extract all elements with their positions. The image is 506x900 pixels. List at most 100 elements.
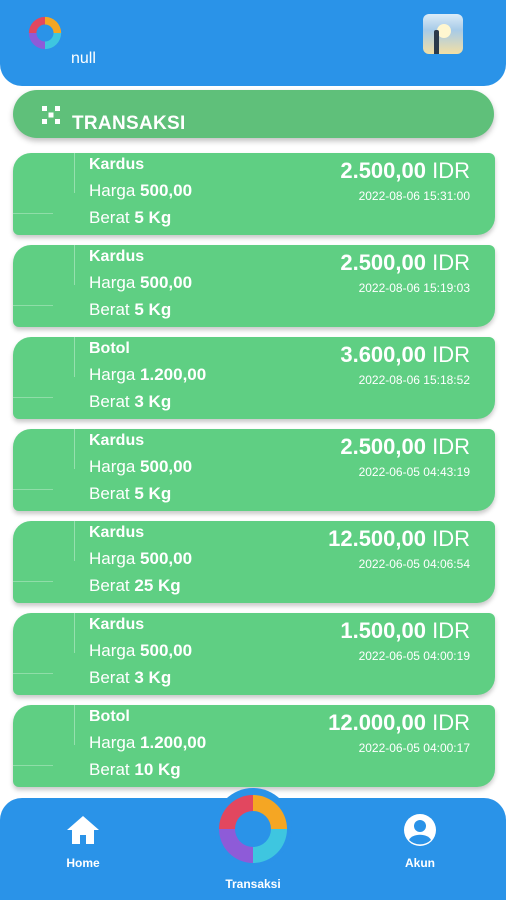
item-price: Harga 1.200,00	[89, 365, 206, 385]
weight-value: 3 Kg	[134, 392, 172, 411]
weight-value: 5 Kg	[134, 484, 172, 503]
item-name: Kardus	[89, 524, 145, 541]
avatar-sun-decor	[437, 24, 451, 38]
weight-label: Berat	[89, 668, 130, 687]
transaction-card[interactable]: Kardus Harga 500,00 Berat 25 Kg 12.500,0…	[13, 521, 495, 603]
item-weight: Berat 3 Kg	[89, 668, 171, 688]
card-divider	[13, 673, 53, 674]
total-value: 12.500,00	[328, 526, 426, 551]
weight-value: 5 Kg	[134, 208, 172, 227]
nav-akun[interactable]: Akun	[381, 812, 459, 870]
currency-label: IDR	[432, 710, 470, 735]
price-value: 1.200,00	[140, 733, 207, 752]
card-divider	[74, 521, 75, 561]
card-divider	[13, 581, 53, 582]
price-value: 500,00	[140, 549, 193, 568]
card-divider	[74, 337, 75, 377]
transaksi-section-header: TRANSAKSI	[13, 90, 494, 138]
currency-label: IDR	[432, 250, 470, 275]
home-icon	[67, 816, 99, 844]
price-label: Harga	[89, 181, 136, 200]
price-label: Harga	[89, 365, 136, 384]
price-label: Harga	[89, 457, 136, 476]
item-price: Harga 500,00	[89, 549, 192, 569]
item-price: Harga 500,00	[89, 181, 192, 201]
card-divider	[13, 397, 53, 398]
item-weight: Berat 25 Kg	[89, 576, 181, 596]
transaction-card[interactable]: Kardus Harga 500,00 Berat 5 Kg 2.500,00 …	[13, 245, 495, 327]
item-total: 2.500,00 IDR	[340, 158, 470, 184]
item-total: 12.500,00 IDR	[328, 526, 470, 552]
card-divider	[74, 429, 75, 469]
weight-label: Berat	[89, 760, 130, 779]
item-total: 12.000,00 IDR	[328, 710, 470, 736]
price-label: Harga	[89, 733, 136, 752]
item-price: Harga 1.200,00	[89, 733, 206, 753]
item-weight: Berat 5 Kg	[89, 208, 171, 228]
item-weight: Berat 10 Kg	[89, 760, 181, 780]
item-price: Harga 500,00	[89, 273, 192, 293]
total-value: 2.500,00	[340, 250, 426, 275]
item-weight: Berat 5 Kg	[89, 484, 171, 504]
item-date: 2022-06-05 04:06:54	[358, 557, 470, 571]
transaction-card[interactable]: Kardus Harga 500,00 Berat 5 Kg 2.500,00 …	[13, 153, 495, 235]
item-total: 2.500,00 IDR	[340, 250, 470, 276]
weight-label: Berat	[89, 484, 130, 503]
price-value: 500,00	[140, 273, 193, 292]
nav-transaksi-label: Transaksi	[225, 877, 281, 891]
weight-value: 5 Kg	[134, 300, 172, 319]
item-name: Botol	[89, 708, 130, 725]
card-divider	[74, 705, 75, 745]
item-name: Kardus	[89, 156, 145, 173]
weight-value: 10 Kg	[134, 760, 181, 779]
weight-label: Berat	[89, 576, 130, 595]
avatar[interactable]	[423, 14, 463, 54]
price-label: Harga	[89, 549, 136, 568]
dots-icon	[42, 106, 60, 124]
card-divider	[13, 489, 53, 490]
weight-value: 25 Kg	[134, 576, 181, 595]
transaction-card[interactable]: Kardus Harga 500,00 Berat 3 Kg 1.500,00 …	[13, 613, 495, 695]
weight-label: Berat	[89, 208, 130, 227]
item-name: Botol	[89, 340, 130, 357]
transaction-card[interactable]: Kardus Harga 500,00 Berat 5 Kg 2.500,00 …	[13, 429, 495, 511]
item-name: Kardus	[89, 432, 145, 449]
weight-label: Berat	[89, 392, 130, 411]
transaction-card[interactable]: Botol Harga 1.200,00 Berat 3 Kg 3.600,00…	[13, 337, 495, 419]
item-date: 2022-06-05 04:43:19	[358, 465, 470, 479]
top-header: null	[0, 0, 506, 86]
currency-label: IDR	[432, 526, 470, 551]
nav-home[interactable]: Home	[44, 812, 122, 870]
item-total: 2.500,00 IDR	[340, 434, 470, 460]
item-name: Kardus	[89, 616, 145, 633]
item-total: 3.600,00 IDR	[340, 342, 470, 368]
price-label: Harga	[89, 273, 136, 292]
card-divider	[13, 213, 53, 214]
price-value: 1.200,00	[140, 365, 207, 384]
currency-label: IDR	[432, 342, 470, 367]
section-title: TRANSAKSI	[72, 113, 186, 134]
total-value: 1.500,00	[340, 618, 426, 643]
item-total: 1.500,00 IDR	[340, 618, 470, 644]
item-date: 2022-06-05 04:00:19	[358, 649, 470, 663]
weight-value: 3 Kg	[134, 668, 172, 687]
total-value: 3.600,00	[340, 342, 426, 367]
total-value: 2.500,00	[340, 158, 426, 183]
price-value: 500,00	[140, 457, 193, 476]
card-divider	[13, 765, 53, 766]
avatar-person-decor	[434, 30, 439, 54]
account-icon	[404, 814, 436, 846]
item-weight: Berat 3 Kg	[89, 392, 171, 412]
item-price: Harga 500,00	[89, 641, 192, 661]
item-date: 2022-06-05 04:00:17	[358, 741, 470, 755]
nav-transaksi-button[interactable]	[214, 788, 292, 866]
app-logo-icon	[219, 795, 287, 863]
currency-label: IDR	[432, 618, 470, 643]
username-label: null	[71, 50, 96, 67]
card-divider	[13, 305, 53, 306]
transaction-card[interactable]: Botol Harga 1.200,00 Berat 10 Kg 12.000,…	[13, 705, 495, 787]
item-date: 2022-08-06 15:18:52	[358, 373, 470, 387]
weight-label: Berat	[89, 300, 130, 319]
price-value: 500,00	[140, 181, 193, 200]
card-divider	[74, 153, 75, 193]
